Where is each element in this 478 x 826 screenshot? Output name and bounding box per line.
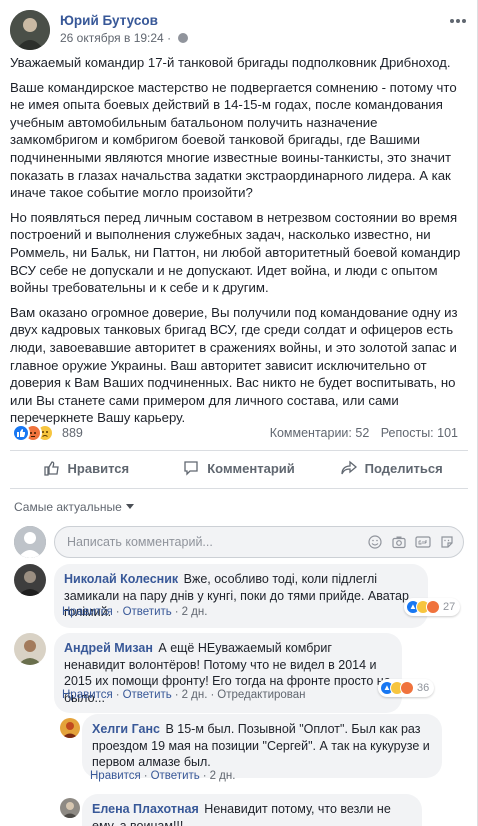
post-stats: Комментарии: 52 Репосты: 101 bbox=[262, 426, 458, 440]
comment-time[interactable]: 2 дн. bbox=[182, 689, 208, 701]
commenter-avatar[interactable] bbox=[14, 564, 46, 596]
comment-time[interactable]: 2 дн. bbox=[210, 770, 236, 782]
emoji-icon[interactable] bbox=[367, 534, 383, 550]
comment-author[interactable]: Хелги Ганс bbox=[92, 722, 160, 736]
like-button[interactable]: Нравится bbox=[10, 452, 163, 484]
post-meta: 26 октября в 19:24 · bbox=[60, 31, 189, 45]
comments-count[interactable]: Комментарии: 52 bbox=[270, 426, 370, 440]
comment-time[interactable]: 2 дн. bbox=[182, 606, 208, 618]
divider bbox=[10, 488, 468, 489]
share-icon bbox=[341, 460, 357, 475]
comment-reply-link[interactable]: Ответить bbox=[151, 770, 200, 782]
comment-reactions[interactable]: ▲ 36 bbox=[378, 679, 435, 697]
comment-bubble: Хелги Ганс В 15-м был. Позывной "Оплот".… bbox=[82, 714, 442, 778]
comment: Андрей Мизан А ещё НЕуважаемый комбриг н… bbox=[14, 633, 464, 713]
comment-author[interactable]: Елена Плахотная bbox=[92, 802, 199, 816]
post-paragraph: Ваше командирское мастерство не подверга… bbox=[10, 79, 457, 201]
comment-actions: Нравится · Ответить · 2 дн. · Отредактирован bbox=[62, 689, 306, 701]
comment-edited[interactable]: Отредактирован bbox=[217, 689, 305, 701]
post-timestamp[interactable]: 26 октября в 19:24 bbox=[60, 31, 164, 45]
comment-like-link[interactable]: Нравится bbox=[90, 770, 141, 782]
reaction-count[interactable]: 889 bbox=[62, 426, 83, 440]
composer-tools bbox=[367, 534, 455, 550]
shares-count[interactable]: Репосты: 101 bbox=[381, 426, 458, 440]
share-button[interactable]: Поделиться bbox=[315, 452, 468, 484]
comment-reply: Елена Плахотная Ненавидит потому, что ве… bbox=[60, 794, 464, 826]
like-icon bbox=[12, 424, 30, 442]
post-paragraph: Но появляться перед личным составом в не… bbox=[10, 209, 461, 296]
angry-icon bbox=[426, 600, 440, 614]
camera-icon[interactable] bbox=[391, 534, 407, 550]
comment-like-link[interactable]: Нравится bbox=[62, 689, 113, 701]
caret-down-icon bbox=[125, 504, 134, 509]
commenter-avatar[interactable] bbox=[60, 798, 80, 818]
share-button-label: Поделиться bbox=[364, 460, 443, 476]
gif-icon[interactable] bbox=[415, 534, 431, 550]
comment-reply: Хелги Ганс В 15-м был. Позывной "Оплот".… bbox=[60, 714, 464, 784]
separator: · bbox=[210, 689, 215, 701]
comment-composer: Написать комментарий... bbox=[14, 522, 464, 562]
separator: · bbox=[115, 689, 120, 701]
post-header: Юрий Бутусов 26 октября в 19:24 · bbox=[10, 10, 468, 50]
post-paragraph: Вам оказано огромное доверие, Вы получил… bbox=[10, 304, 458, 426]
comment-button[interactable]: Комментарий bbox=[163, 452, 316, 484]
divider bbox=[10, 450, 468, 451]
separator: · bbox=[174, 689, 179, 701]
globe-icon bbox=[178, 33, 189, 43]
commenter-avatar[interactable] bbox=[14, 633, 46, 665]
comment-reactions[interactable]: ▲ 27 bbox=[404, 598, 461, 616]
commenter-avatar[interactable] bbox=[60, 718, 80, 738]
comment-button-label: Комментарий bbox=[207, 460, 295, 476]
like-button-label: Нравится bbox=[67, 460, 130, 476]
user-avatar bbox=[14, 526, 46, 558]
comment-bubble: Андрей Мизан А ещё НЕуважаемый комбриг н… bbox=[54, 633, 402, 713]
comment-input-placeholder: Написать комментарий... bbox=[67, 535, 213, 549]
post-paragraph: Уважаемый командир 17-й танковой бригады… bbox=[10, 55, 451, 70]
separator: · bbox=[143, 770, 148, 782]
comment-sort-dropdown[interactable]: Самые актуальные bbox=[14, 500, 134, 514]
comment-bubble: Елена Плахотная Ненавидит потому, что ве… bbox=[82, 794, 422, 826]
reactions-summary: 889 Комментарии: 52 Репосты: 101 bbox=[12, 424, 458, 442]
comment: Николай Колесник Вже, особливо тоді, кол… bbox=[14, 564, 464, 628]
comment-actions: Нравится · Ответить · 2 дн. bbox=[90, 770, 235, 782]
more-options-icon[interactable] bbox=[448, 14, 468, 28]
post-actions: Нравится Комментарий Поделиться bbox=[10, 452, 468, 484]
comment-input[interactable]: Написать комментарий... bbox=[54, 526, 464, 558]
angry-icon bbox=[400, 681, 414, 695]
comment-like-link[interactable]: Нравится bbox=[62, 606, 113, 618]
sticker-icon[interactable] bbox=[439, 534, 455, 550]
post-card: Юрий Бутусов 26 октября в 19:24 · Уважае… bbox=[0, 0, 478, 826]
author-avatar[interactable] bbox=[10, 10, 50, 50]
comment-author[interactable]: Николай Колесник bbox=[64, 572, 178, 586]
separator: · bbox=[174, 606, 179, 618]
comment-reaction-count: 27 bbox=[443, 601, 456, 613]
comment-reply-link[interactable]: Ответить bbox=[123, 689, 172, 701]
thumbs-up-icon bbox=[43, 461, 59, 476]
post-body: Уважаемый командир 17-й танковой бригады… bbox=[10, 54, 468, 434]
comment-author[interactable]: Андрей Мизан bbox=[64, 641, 153, 655]
meta-separator: · bbox=[167, 31, 172, 45]
sort-label: Самые актуальные bbox=[14, 500, 122, 514]
comment-reaction-count: 36 bbox=[417, 682, 430, 694]
comment-actions: Нравится · Ответить · 2 дн. bbox=[62, 606, 207, 618]
comment-icon bbox=[184, 461, 198, 476]
post-author[interactable]: Юрий Бутусов bbox=[60, 13, 158, 28]
separator: · bbox=[115, 606, 120, 618]
comment-reply-link[interactable]: Ответить bbox=[123, 606, 172, 618]
separator: · bbox=[202, 770, 207, 782]
